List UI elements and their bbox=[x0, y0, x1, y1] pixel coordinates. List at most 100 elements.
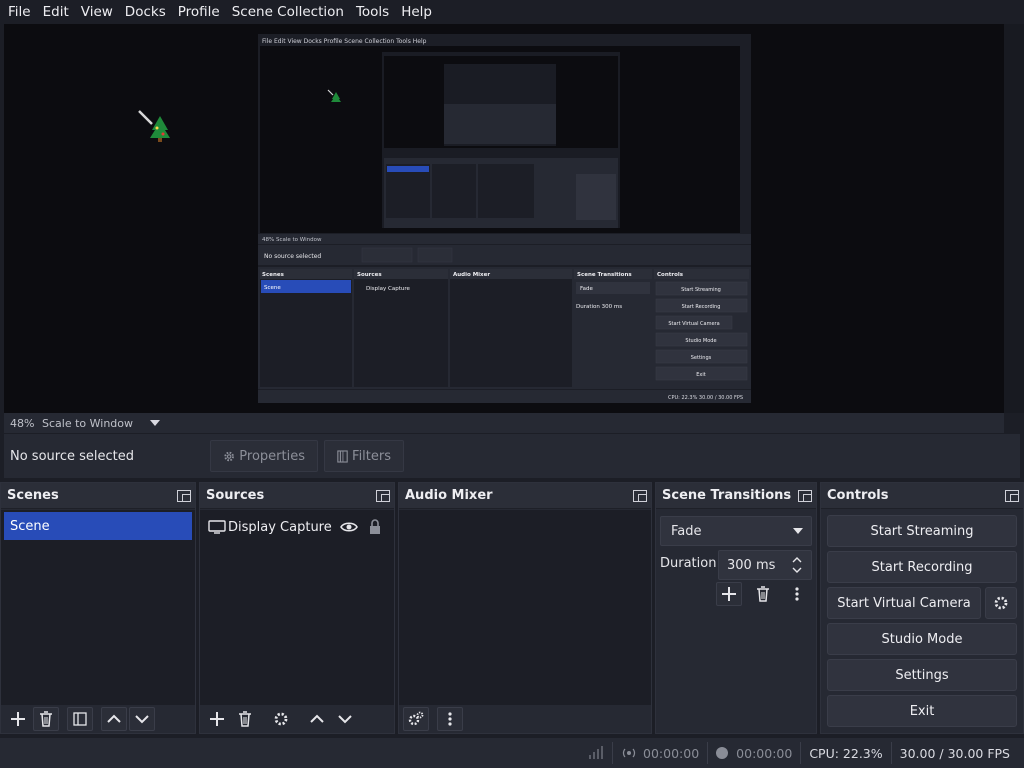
scene-move-down-button[interactable] bbox=[129, 707, 155, 731]
kebab-menu-icon bbox=[795, 587, 799, 601]
menu-view[interactable]: View bbox=[75, 0, 119, 24]
mixer-menu-button[interactable] bbox=[437, 707, 463, 731]
spin-arrows-icon[interactable] bbox=[791, 553, 803, 577]
duration-spinbox[interactable]: 300 ms bbox=[718, 550, 812, 580]
audio-mixer-dock-title: Audio Mixer bbox=[399, 483, 651, 509]
source-move-up-button[interactable] bbox=[304, 707, 330, 731]
add-transition-button[interactable] bbox=[716, 582, 742, 606]
gear-icon bbox=[994, 596, 1008, 610]
svg-text:Start Streaming: Start Streaming bbox=[681, 287, 721, 293]
start-virtual-camera-button[interactable]: Start Virtual Camera bbox=[827, 587, 981, 619]
eye-icon[interactable] bbox=[340, 521, 358, 533]
undock-icon[interactable] bbox=[633, 489, 647, 502]
remove-scene-button[interactable] bbox=[33, 707, 59, 731]
svg-text:Scenes: Scenes bbox=[262, 272, 285, 278]
remove-source-button[interactable] bbox=[232, 707, 258, 731]
audio-mixer-toolbar bbox=[399, 705, 651, 733]
transition-menu-button[interactable] bbox=[784, 582, 810, 606]
preview-canvas: File Edit View Docks Profile Scene Colle… bbox=[258, 34, 751, 403]
audio-mixer-body bbox=[399, 510, 651, 705]
svg-text:CPU: 22.3% 30.00 / 30.00 FPS: CPU: 22.3% 30.00 / 30.00 FPS bbox=[668, 395, 743, 401]
exit-label: Exit bbox=[909, 703, 935, 719]
properties-button[interactable]: Properties bbox=[210, 440, 318, 472]
source-properties-button[interactable] bbox=[268, 707, 294, 731]
record-icon bbox=[716, 747, 729, 759]
signal-bars-icon bbox=[589, 746, 604, 759]
gear-icon bbox=[224, 451, 234, 461]
preview-area[interactable]: File Edit View Docks Profile Scene Colle… bbox=[4, 24, 1004, 413]
svg-text:Audio Mixer: Audio Mixer bbox=[453, 272, 490, 278]
svg-text:Sources: Sources bbox=[357, 272, 382, 278]
audio-mixer-dock: Audio Mixer bbox=[398, 482, 652, 734]
start-recording-label: Start Recording bbox=[871, 559, 973, 575]
preview-scrollbar[interactable] bbox=[1004, 24, 1024, 413]
undock-icon[interactable] bbox=[1005, 489, 1019, 502]
gears-icon bbox=[408, 711, 424, 726]
scene-item-label: Scene bbox=[10, 518, 50, 534]
menu-file[interactable]: File bbox=[2, 0, 37, 24]
filters-button[interactable]: Filters bbox=[324, 440, 404, 472]
controls-dock-title: Controls bbox=[821, 483, 1023, 509]
properties-label: Properties bbox=[239, 448, 305, 464]
add-scene-button[interactable] bbox=[5, 707, 31, 731]
scene-transitions-title: Scene Transitions bbox=[662, 488, 792, 503]
filter-icon bbox=[73, 712, 87, 726]
scene-transitions-dock: Scene Transitions Fade Duration 300 ms bbox=[655, 482, 817, 734]
svg-text:Start Virtual Camera: Start Virtual Camera bbox=[668, 321, 719, 327]
menu-profile[interactable]: Profile bbox=[172, 0, 226, 24]
source-move-down-button[interactable] bbox=[332, 707, 358, 731]
menu-edit[interactable]: Edit bbox=[37, 0, 75, 24]
menu-tools[interactable]: Tools bbox=[350, 0, 395, 24]
svg-text:Fade: Fade bbox=[580, 286, 594, 292]
fps-readout: 30.00 / 30.00 FPS bbox=[899, 745, 1010, 761]
scenes-list: Scene bbox=[1, 510, 195, 705]
tree-cursor-icon bbox=[138, 110, 170, 142]
preview-zoom-bar: 48% Scale to Window bbox=[4, 413, 1004, 433]
plus-icon bbox=[210, 712, 224, 726]
scene-move-up-button[interactable] bbox=[101, 707, 127, 731]
chevron-down-icon bbox=[793, 528, 803, 534]
exit-button[interactable]: Exit bbox=[827, 695, 1017, 727]
chevron-down-icon bbox=[135, 715, 149, 724]
source-item[interactable]: Display Capture bbox=[204, 514, 390, 540]
audio-mixer-title: Audio Mixer bbox=[405, 488, 493, 503]
svg-text:Scene: Scene bbox=[264, 285, 281, 291]
scene-filters-button[interactable] bbox=[67, 707, 93, 731]
source-toolbar: No source selected Properties Filters bbox=[4, 434, 1020, 478]
settings-button[interactable]: Settings bbox=[827, 659, 1017, 691]
advanced-audio-button[interactable] bbox=[403, 707, 429, 731]
stream-timer: 00:00:00 bbox=[643, 745, 700, 761]
studio-mode-button[interactable]: Studio Mode bbox=[827, 623, 1017, 655]
menu-docks[interactable]: Docks bbox=[119, 0, 172, 24]
plus-icon bbox=[722, 587, 736, 601]
remove-transition-button[interactable] bbox=[750, 582, 776, 606]
undock-icon[interactable] bbox=[376, 489, 390, 502]
add-source-button[interactable] bbox=[204, 707, 230, 731]
no-source-label: No source selected bbox=[10, 448, 134, 464]
chevron-down-icon bbox=[338, 715, 352, 724]
scene-item[interactable]: Scene bbox=[4, 512, 192, 540]
scale-mode-select[interactable]: Scale to Window bbox=[42, 417, 150, 430]
start-streaming-button[interactable]: Start Streaming bbox=[827, 515, 1017, 547]
undock-icon[interactable] bbox=[798, 489, 812, 502]
svg-text:No source selected: No source selected bbox=[264, 253, 321, 260]
svg-text:Start Recording: Start Recording bbox=[682, 304, 721, 310]
filter-icon bbox=[337, 449, 348, 463]
undock-icon[interactable] bbox=[177, 489, 191, 502]
virtual-camera-settings-button[interactable] bbox=[985, 587, 1017, 619]
gear-icon bbox=[274, 712, 288, 726]
duration-value: 300 ms bbox=[727, 557, 776, 573]
scale-dropdown-caret-icon[interactable] bbox=[150, 420, 160, 426]
transition-select[interactable]: Fade bbox=[660, 516, 812, 546]
transition-select-value: Fade bbox=[671, 523, 702, 539]
scenes-dock-title: Scenes bbox=[1, 483, 195, 509]
sources-dock: Sources Display Capture bbox=[199, 482, 395, 734]
scenes-toolbar bbox=[1, 705, 195, 733]
menu-help[interactable]: Help bbox=[395, 0, 438, 24]
lock-icon[interactable] bbox=[368, 519, 382, 535]
start-recording-button[interactable]: Start Recording bbox=[827, 551, 1017, 583]
menu-scene-collection[interactable]: Scene Collection bbox=[226, 0, 350, 24]
sources-dock-title: Sources bbox=[200, 483, 394, 509]
trash-icon bbox=[239, 711, 251, 727]
zoom-level: 48% bbox=[10, 416, 35, 430]
